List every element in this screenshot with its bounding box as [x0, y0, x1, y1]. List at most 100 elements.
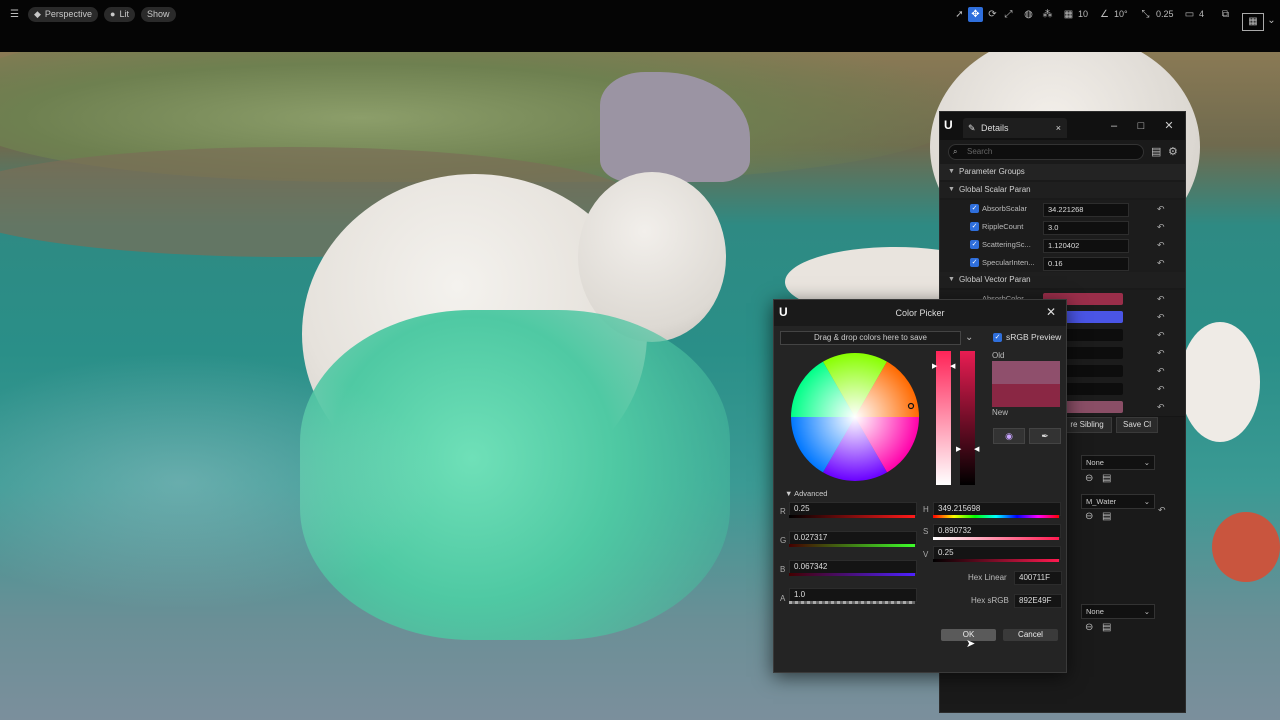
color-picker-titlebar[interactable]: U Color Picker ✕: [774, 300, 1066, 326]
param-checkbox[interactable]: ✓: [970, 204, 979, 213]
surface-snap-icon[interactable]: ⁂: [1040, 7, 1055, 22]
translate-mode-icon[interactable]: ✥: [968, 7, 983, 22]
scale-snap-value[interactable]: 0.25: [1156, 7, 1174, 22]
view-options-icon[interactable]: ▤: [1151, 145, 1161, 158]
red-object: [1212, 512, 1280, 582]
color-drop-zone[interactable]: Drag & drop colors here to save: [780, 331, 961, 345]
angle-snap-value[interactable]: 10°: [1114, 7, 1128, 22]
camera-speed-value[interactable]: 4: [1199, 7, 1204, 22]
world-space-icon[interactable]: ◍: [1021, 7, 1036, 22]
browse-arrow-icon[interactable]: ⊖: [1085, 473, 1093, 484]
reset-arrow-icon[interactable]: ↶: [1157, 290, 1165, 308]
color-wheel[interactable]: [791, 353, 919, 481]
camera-speed-icon[interactable]: ▭: [1182, 7, 1197, 22]
a-input[interactable]: 1.0: [789, 588, 917, 602]
reset-arrow-icon[interactable]: ↶: [1157, 218, 1165, 236]
s-input[interactable]: 0.890732: [933, 524, 1061, 538]
reset-arrow-icon[interactable]: ↶: [1157, 236, 1165, 254]
grid-snap-icon[interactable]: ▦: [1061, 7, 1076, 22]
h-input[interactable]: 349.215698: [933, 502, 1061, 516]
browse-arrow-icon[interactable]: ⊖: [1085, 622, 1093, 633]
r-input[interactable]: 0.25: [789, 502, 917, 516]
s-label: S: [923, 527, 929, 536]
reset-arrow-icon[interactable]: ↶: [1157, 200, 1165, 218]
srgb-preview-label: sRGB Preview: [1006, 332, 1062, 342]
rotate-mode-icon[interactable]: ⟳: [985, 7, 1000, 22]
reset-arrow-icon[interactable]: ↶: [1157, 308, 1165, 326]
browse-folder-icon[interactable]: ▤: [1102, 511, 1111, 522]
chevron-down-icon[interactable]: ⌄: [1264, 13, 1279, 28]
h-gradient-bar[interactable]: [933, 515, 1059, 518]
s-gradient-bar[interactable]: [933, 537, 1059, 540]
chevron-down-icon[interactable]: ⌄: [965, 332, 973, 343]
maximize-viewport-icon[interactable]: ⧉: [1218, 7, 1233, 22]
reset-arrow-icon[interactable]: ↶: [1157, 398, 1165, 416]
eyedropper-icon: ✒: [1041, 431, 1049, 441]
material-dropdown[interactable]: M_Water ⌄: [1081, 494, 1155, 509]
details-titlebar: U ✎ Details × – □ ✕: [940, 112, 1185, 140]
hex-srgb-input[interactable]: 892E49F: [1014, 594, 1062, 608]
r-gradient-bar[interactable]: [789, 515, 915, 518]
new-label: New: [992, 408, 1009, 417]
cancel-button[interactable]: Cancel: [1003, 629, 1058, 641]
scale-mode-icon[interactable]: ⤢: [1001, 7, 1016, 22]
section-parameter-groups[interactable]: ▼ Parameter Groups: [940, 164, 1185, 180]
section-global-scalar[interactable]: ▼ Global Scalar Paran: [940, 182, 1185, 198]
a-gradient-bar[interactable]: [789, 601, 915, 604]
hamburger-menu-icon[interactable]: ☰: [7, 7, 22, 22]
param-checkbox[interactable]: ✓: [970, 240, 979, 249]
b-input[interactable]: 0.067342: [789, 560, 917, 574]
value-slider[interactable]: [960, 351, 975, 485]
save-child-button[interactable]: Save Cl: [1116, 417, 1158, 433]
select-sibling-button[interactable]: re Sibling: [1062, 417, 1112, 433]
param-value-input[interactable]: 1.120402: [1043, 239, 1129, 253]
g-gradient-bar[interactable]: [789, 544, 915, 547]
advanced-toggle[interactable]: ▼ Advanced: [785, 489, 827, 498]
srgb-preview-checkbox[interactable]: ✓: [993, 333, 1002, 342]
param-value-input[interactable]: 34.221268: [1043, 203, 1129, 217]
param-checkbox[interactable]: ✓: [970, 222, 979, 231]
reset-arrow-icon[interactable]: ↶: [1157, 344, 1165, 362]
select-mode-icon[interactable]: ➚: [952, 7, 967, 22]
expand-arrow-icon: ▼: [948, 168, 955, 175]
close-window-icon[interactable]: ✕: [1161, 118, 1177, 134]
color-theme-button[interactable]: ◉: [993, 428, 1025, 444]
saturation-slider[interactable]: [936, 351, 951, 485]
minimize-icon[interactable]: –: [1106, 118, 1122, 134]
browse-folder-icon[interactable]: ▤: [1102, 473, 1111, 484]
param-value-input[interactable]: 3.0: [1043, 221, 1129, 235]
grid-snap-value[interactable]: 10: [1078, 7, 1088, 22]
expand-arrow-icon: ▼: [785, 489, 795, 498]
hex-linear-label: Hex Linear: [968, 573, 1007, 582]
tab-details[interactable]: ✎ Details ×: [963, 118, 1067, 138]
reset-arrow-icon[interactable]: ↶: [1157, 326, 1165, 344]
v-gradient-bar[interactable]: [933, 559, 1059, 562]
v-input[interactable]: 0.25: [933, 546, 1061, 560]
close-tab-icon[interactable]: ×: [1056, 118, 1061, 138]
layout-grid-icon[interactable]: ▦: [1242, 13, 1264, 31]
browse-arrow-icon[interactable]: ⊖: [1085, 511, 1093, 522]
maximize-icon[interactable]: □: [1133, 118, 1149, 134]
scale-snap-icon[interactable]: ⤡: [1138, 7, 1153, 22]
hex-linear-input[interactable]: 400711F: [1014, 571, 1062, 585]
reset-arrow-icon[interactable]: ↶: [1158, 505, 1166, 516]
close-icon[interactable]: ✕: [1046, 305, 1056, 319]
lit-button[interactable]: ● Lit: [104, 7, 135, 22]
none-dropdown-2[interactable]: None ⌄: [1081, 604, 1155, 619]
angle-snap-icon[interactable]: ∠: [1097, 7, 1112, 22]
b-gradient-bar[interactable]: [789, 573, 915, 576]
g-input[interactable]: 0.027317: [789, 531, 917, 545]
none-dropdown-1[interactable]: None ⌄: [1081, 455, 1155, 470]
eyedropper-button[interactable]: ✒: [1029, 428, 1061, 444]
perspective-button[interactable]: ◆ Perspective: [28, 7, 98, 22]
show-button[interactable]: Show: [141, 7, 176, 22]
browse-folder-icon[interactable]: ▤: [1102, 622, 1111, 633]
param-checkbox[interactable]: ✓: [970, 258, 979, 267]
reset-arrow-icon[interactable]: ↶: [1157, 380, 1165, 398]
section-global-vector[interactable]: ▼ Global Vector Paran: [940, 272, 1185, 288]
details-search-input[interactable]: ⌕ Search: [948, 144, 1144, 160]
param-value-input[interactable]: 0.16: [1043, 257, 1129, 271]
reset-arrow-icon[interactable]: ↶: [1157, 362, 1165, 380]
reset-arrow-icon[interactable]: ↶: [1157, 254, 1165, 272]
settings-gear-icon[interactable]: ⚙: [1168, 145, 1178, 158]
